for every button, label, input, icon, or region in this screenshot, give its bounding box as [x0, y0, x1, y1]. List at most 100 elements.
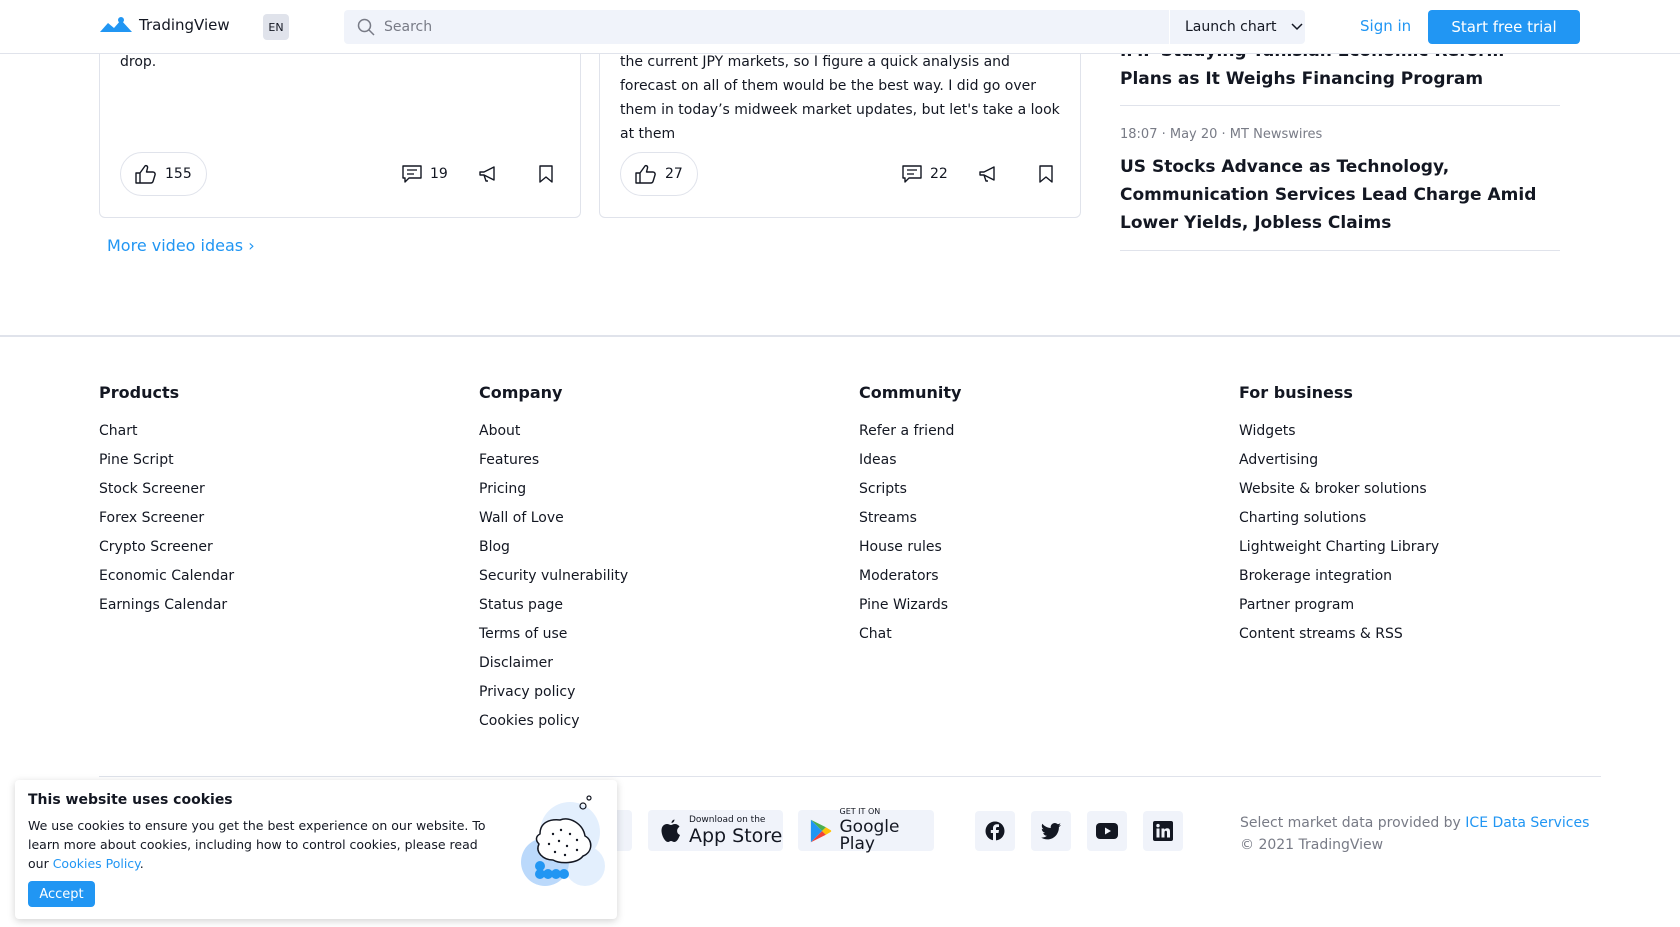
footer-link[interactable]: Moderators	[859, 562, 961, 591]
footer-link[interactable]: Crypto Screener	[99, 533, 234, 562]
footer-link[interactable]: Earnings Calendar	[99, 591, 234, 620]
footer-link[interactable]: Ideas	[859, 446, 961, 475]
accept-cookies-button[interactable]: Accept	[28, 881, 95, 907]
footer-link[interactable]: House rules	[859, 533, 961, 562]
search-bar[interactable]	[344, 10, 1169, 44]
comment-icon	[902, 165, 922, 183]
cookie-title: This website uses cookies	[28, 792, 233, 808]
boost-button[interactable]	[478, 152, 498, 196]
like-count: 27	[665, 166, 683, 182]
google-play-icon	[810, 819, 832, 842]
footer-link[interactable]: Streams	[859, 504, 961, 533]
footer-link[interactable]: About	[479, 417, 628, 446]
footer-link[interactable]: Charting solutions	[1239, 504, 1439, 533]
footer-link[interactable]: Disclaimer	[479, 649, 628, 678]
footer-column-title: For business	[1239, 383, 1353, 402]
footer-separator	[0, 335, 1680, 337]
footer-column-title: Company	[479, 383, 563, 402]
footer-link[interactable]: Brokerage integration	[1239, 562, 1439, 591]
footer-link[interactable]: Terms of use	[479, 620, 628, 649]
footer-link[interactable]: Website & broker solutions	[1239, 475, 1439, 504]
news-headline[interactable]: US Stocks Advance as Technology, Communi…	[1120, 153, 1560, 237]
footer-link[interactable]: Wall of Love	[479, 504, 628, 533]
google-play-badge[interactable]: GET IT ON Google Play	[798, 808, 934, 854]
footer-link[interactable]: Chat	[859, 620, 961, 649]
bookmark-icon	[1039, 165, 1053, 183]
bookmark-icon	[539, 165, 553, 183]
footer-column-company: Company About Features Pricing Wall of L…	[479, 383, 628, 736]
footer-link[interactable]: Blog	[479, 533, 628, 562]
twitter-link[interactable]	[1031, 811, 1071, 851]
megaphone-icon	[479, 166, 495, 182]
footer-link[interactable]: Forex Screener	[99, 504, 234, 533]
footer-column-title: Community	[859, 383, 962, 402]
brand-logo[interactable]: TradingView	[99, 15, 230, 35]
launch-chart-label: Launch chart	[1185, 19, 1277, 35]
footer-column-business: For business Widgets Advertising Website…	[1239, 383, 1439, 649]
launch-chart-button[interactable]: Launch chart	[1170, 10, 1305, 44]
market-data-attribution: Select market data provided by ICE Data …	[1240, 812, 1589, 856]
footer-link[interactable]: Widgets	[1239, 417, 1439, 446]
twitter-icon	[1041, 822, 1061, 839]
footer-link[interactable]: Privacy policy	[479, 678, 628, 707]
app-store-badge[interactable]: Download on the App Store	[648, 810, 783, 851]
footer-link[interactable]: Features	[479, 446, 628, 475]
comments-button[interactable]: 22	[902, 152, 948, 196]
linkedin-link[interactable]	[1143, 811, 1183, 851]
cookies-policy-link[interactable]: Cookies Policy	[53, 856, 140, 871]
like-button[interactable]: 27	[620, 152, 698, 196]
search-input[interactable]	[384, 19, 1124, 35]
youtube-link[interactable]	[1087, 811, 1127, 851]
cookie-banner: This website uses cookies We use cookies…	[15, 780, 617, 919]
footer-link[interactable]: Economic Calendar	[99, 562, 234, 591]
footer-column-community: Community Refer a friend Ideas Scripts S…	[859, 383, 961, 649]
bookmark-button[interactable]	[1038, 152, 1054, 196]
facebook-icon	[985, 821, 1005, 841]
cookie-illustration-icon	[521, 795, 605, 886]
footer-link[interactable]: Pricing	[479, 475, 628, 504]
footer-divider	[99, 776, 1601, 777]
idea-actions: 155 19	[120, 152, 560, 196]
footer-link[interactable]: Pine Wizards	[859, 591, 961, 620]
bookmark-button[interactable]	[538, 152, 554, 196]
footer-link[interactable]: Lightweight Charting Library	[1239, 533, 1439, 562]
site-header: TradingView EN Launch chart Sign in Star…	[0, 0, 1680, 54]
ice-data-link[interactable]: ICE Data Services	[1465, 815, 1589, 831]
app-store-big-text: App Store	[689, 824, 783, 847]
footer-link[interactable]: Status page	[479, 591, 628, 620]
search-icon	[357, 18, 375, 36]
google-play-big-text: Google Play	[839, 817, 900, 854]
thumbs-up-icon	[635, 164, 656, 184]
comment-icon	[402, 165, 422, 183]
footer-link[interactable]: Stock Screener	[99, 475, 234, 504]
footer-column-products: Products Chart Pine Script Stock Screene…	[99, 383, 234, 620]
tradingview-logo-icon	[100, 17, 132, 32]
youtube-icon	[1096, 823, 1118, 839]
start-free-trial-button[interactable]: Start free trial	[1428, 10, 1580, 44]
like-button[interactable]: 155	[120, 152, 207, 196]
footer-link[interactable]: Scripts	[859, 475, 961, 504]
comment-count: 22	[930, 166, 948, 182]
footer-link[interactable]: Partner program	[1239, 591, 1439, 620]
footer-link[interactable]: Cookies policy	[479, 707, 628, 736]
footer-link[interactable]: Security vulnerability	[479, 562, 628, 591]
news-meta: 18:07 · May 20 · MT Newswires	[1120, 127, 1323, 142]
more-video-ideas-link[interactable]: More video ideas ›	[107, 236, 255, 255]
brand-name: TradingView	[139, 16, 230, 34]
news-item[interactable]: 18:07 · May 20 · MT Newswires US Stocks …	[1120, 106, 1560, 251]
footer-link[interactable]: Refer a friend	[859, 417, 961, 446]
boost-button[interactable]	[978, 152, 998, 196]
footer-link[interactable]: Pine Script	[99, 446, 234, 475]
app-store-small-text: Download on the	[689, 814, 766, 825]
idea-description: the current JPY markets, so I figure a q…	[620, 54, 1060, 142]
market-data-text: Select market data provided by	[1240, 815, 1461, 831]
footer-link[interactable]: Advertising	[1239, 446, 1439, 475]
megaphone-icon	[979, 166, 995, 182]
facebook-link[interactable]	[975, 811, 1015, 851]
language-selector[interactable]: EN	[263, 14, 289, 40]
comments-button[interactable]: 19	[402, 152, 448, 196]
footer-link[interactable]: Content streams & RSS	[1239, 620, 1439, 649]
sign-in-link[interactable]: Sign in	[1360, 17, 1411, 35]
footer-column-title: Products	[99, 383, 180, 402]
footer-link[interactable]: Chart	[99, 417, 234, 446]
